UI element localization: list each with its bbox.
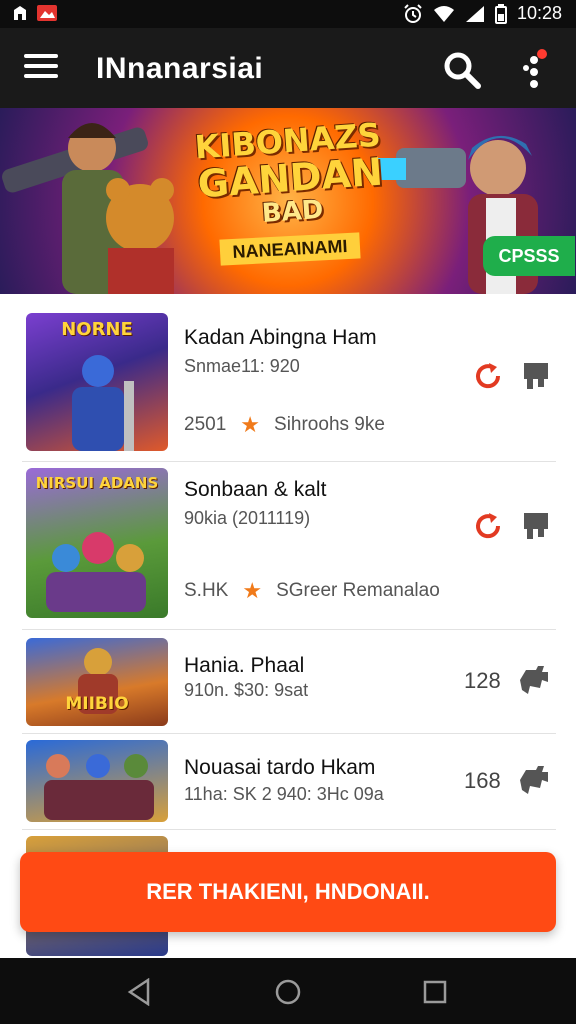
game-meta: 11ha: SK 2 940: 3Hc 09a [184, 784, 384, 804]
game-rating: 2501 ★ Sihroohs 9ke [184, 412, 385, 438]
alarm-icon [404, 3, 422, 23]
status-bar: 10:28 [0, 0, 576, 28]
menu-icon[interactable] [24, 54, 58, 82]
signal-icon [465, 5, 484, 22]
wifi-icon [433, 5, 454, 22]
notification-icon [14, 6, 26, 20]
app-title: INnanarsiai [96, 52, 264, 85]
rating-extra: SGreer Remanalao [276, 580, 440, 601]
game-thumbnail: NORNE [26, 313, 168, 451]
puzzle-icon[interactable] [518, 766, 550, 794]
download-icon[interactable] [523, 362, 549, 392]
thumbnail-title: NORNE [61, 319, 133, 340]
rating-value: 2501 [184, 414, 227, 435]
puzzle-icon[interactable] [518, 666, 550, 694]
promo-banner[interactable]: KIBONAZS GANDAN BAD NANEAINAMI CPSSS [0, 108, 576, 294]
refresh-icon[interactable] [472, 510, 504, 542]
primary-action-button[interactable]: RER THAKIENI, HNDONAII. [20, 852, 556, 932]
rating-value: S.HK [184, 580, 229, 601]
game-name: Nouasai tardo Hkam [184, 756, 376, 779]
list-item[interactable]: NIRSUI ADANS Sonbaan & kalt 90kia (20111… [22, 462, 556, 630]
system-nav-bar [0, 958, 576, 1024]
game-thumbnail [26, 740, 168, 822]
more-options-icon[interactable] [520, 46, 556, 94]
search-icon[interactable] [442, 50, 482, 90]
thumbnail-title: NIRSUI ADANS [35, 474, 159, 492]
banner-badge-button[interactable]: CPSSS [483, 236, 575, 276]
hero-character-left-illustration [2, 123, 174, 294]
banner-title: KIBONAZS GANDAN BAD [187, 116, 394, 233]
recents-icon[interactable] [423, 980, 447, 1004]
game-name: Sonbaan & kalt [184, 478, 327, 501]
game-thumbnail: MIIBIO [26, 638, 168, 726]
banner-subtitle: NANEAINAMI [219, 232, 361, 266]
list-item[interactable]: NORNE Kadan Abingna Ham Snmae11: 920 250… [22, 310, 556, 462]
back-icon[interactable] [126, 978, 152, 1006]
game-meta: 90kia (2011119) [184, 508, 311, 528]
app-bar: INnanarsiai [0, 28, 576, 108]
game-count: 128 [464, 668, 501, 693]
game-thumbnail: NIRSUI ADANS [26, 468, 168, 618]
game-meta: Snmae11: 920 [184, 356, 300, 376]
thumbnail-hero-illustration [46, 532, 146, 612]
game-name: Hania. Phaal [184, 654, 305, 677]
thumbnail-hero-illustration [72, 355, 134, 451]
star-icon: ★ [242, 578, 263, 603]
game-rating: S.HK ★ SGreer Remanalao [184, 578, 440, 604]
thumbnail-hero-illustration [44, 754, 154, 820]
game-name: Kadan Abingna Ham [184, 326, 377, 349]
rating-extra: Sihroohs 9ke [274, 414, 385, 435]
list-item[interactable]: MIIBIO Hania. Phaal 910n. $30: 9sat 128 [22, 630, 556, 734]
status-time: 10:28 [516, 3, 562, 23]
game-count: 168 [464, 768, 501, 793]
app-notification-icon [37, 5, 57, 21]
home-icon[interactable] [274, 978, 302, 1006]
download-icon[interactable] [523, 512, 549, 542]
battery-icon [494, 3, 507, 24]
thumbnail-title: MIIBIO [65, 694, 129, 714]
game-meta: 910n. $30: 9sat [184, 680, 309, 700]
list-item[interactable]: Nouasai tardo Hkam 11ha: SK 2 940: 3Hc 0… [22, 734, 556, 830]
refresh-icon[interactable] [472, 360, 504, 392]
star-icon: ★ [240, 412, 261, 437]
